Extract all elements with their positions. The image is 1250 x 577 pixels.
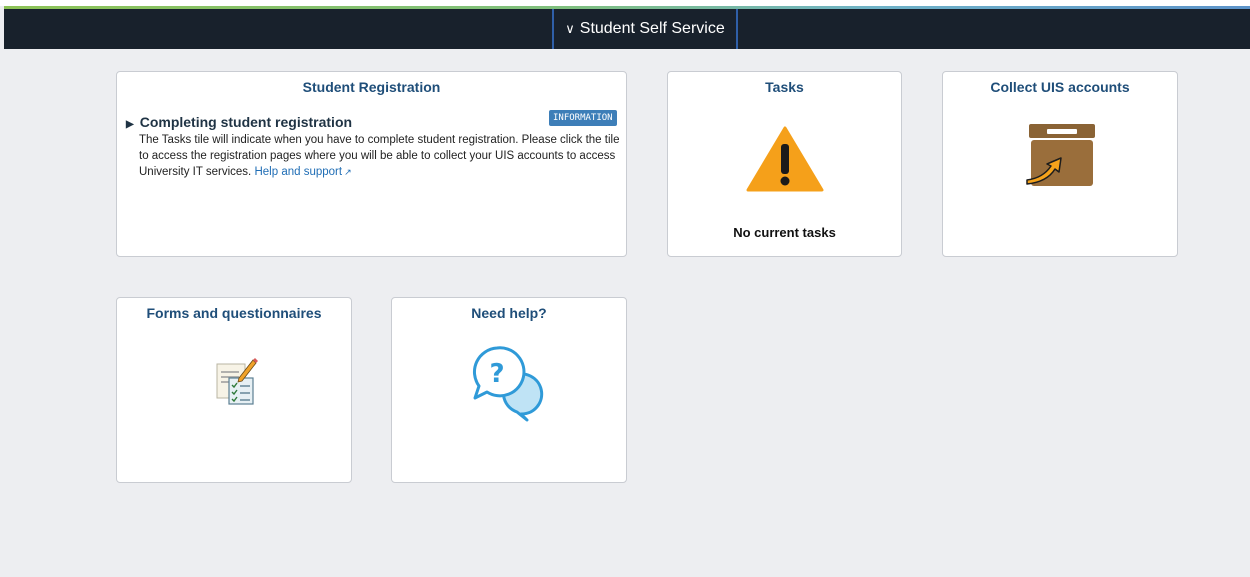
tile-title: Collect UIS accounts [990, 79, 1130, 95]
help-and-support-link[interactable]: Help and support ↗ [254, 166, 351, 178]
tile-need-help[interactable]: Need help? ? [391, 297, 627, 483]
information-badge: INFORMATION [549, 110, 617, 126]
tile-student-registration[interactable]: Student Registration ▶ Completing student… [116, 71, 627, 257]
tile-tasks[interactable]: Tasks No current tasks [667, 71, 902, 257]
tile-title: Need help? [471, 305, 547, 321]
chevron-down-icon: ∨ [565, 21, 575, 36]
no-tasks-status: No current tasks [733, 225, 836, 240]
collect-box-icon [1026, 124, 1095, 186]
expand-section-heading[interactable]: ▶ Completing student registration [126, 114, 352, 130]
form-checklist-icon [216, 358, 258, 405]
banner-title: Student Self Service [579, 20, 725, 37]
triangle-right-icon: ▶ [126, 119, 134, 130]
help-link-label: Help and support [254, 166, 343, 178]
tile-collect-uis-accounts[interactable]: Collect UIS accounts [942, 71, 1178, 257]
tile-title: Student Registration [302, 79, 441, 95]
navigation-dropdown[interactable]: ∨ Student Self Service [552, 9, 738, 49]
section-heading-label: Completing student registration [139, 114, 353, 130]
svg-text:?: ? [489, 359, 504, 389]
tile-title: Tasks [765, 79, 804, 95]
external-link-icon: ↗ [344, 167, 352, 177]
warning-icon [746, 126, 824, 192]
registration-description-text: The Tasks tile will indicate when you ha… [139, 134, 620, 178]
help-chat-icon: ? [472, 346, 544, 422]
registration-description: The Tasks tile will indicate when you ha… [139, 132, 624, 180]
tile-title: Forms and questionnaires [146, 305, 322, 321]
tile-forms-and-questionnaires[interactable]: Forms and questionnaires [116, 297, 352, 483]
